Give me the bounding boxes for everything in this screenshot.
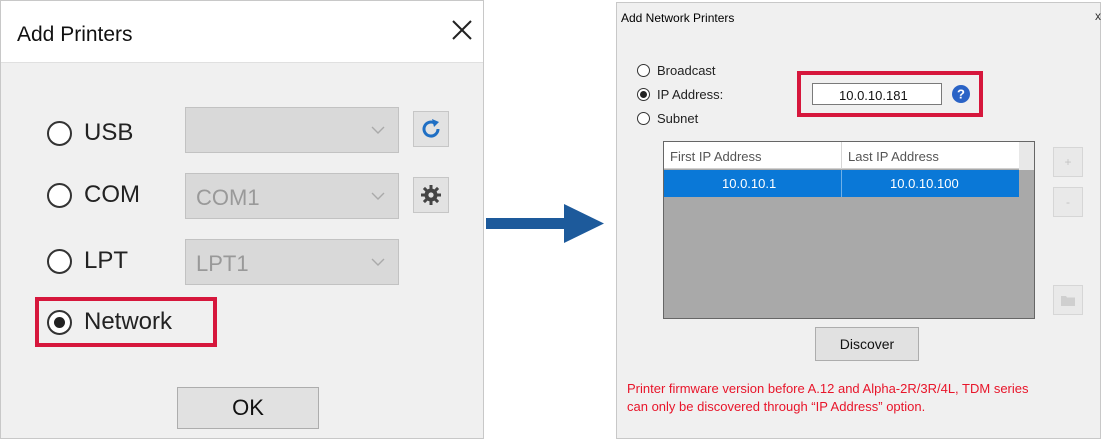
ip-highlight-box bbox=[797, 71, 983, 117]
discover-button[interactable]: Discover bbox=[815, 327, 919, 361]
warning-text-line-2: can only be discovered through “IP Addre… bbox=[627, 399, 926, 414]
broadcast-radio[interactable] bbox=[637, 63, 650, 77]
com-label: COM bbox=[84, 181, 140, 208]
dialog-title: Add Printers bbox=[17, 23, 133, 46]
usb-option[interactable]: USB bbox=[47, 113, 133, 153]
subnet-option[interactable]: Subnet bbox=[637, 109, 698, 127]
usb-port-select[interactable] bbox=[185, 107, 399, 153]
dialog-title: Add Network Printers bbox=[621, 11, 735, 25]
ip-address-radio[interactable] bbox=[637, 87, 650, 101]
com-option[interactable]: COM bbox=[47, 175, 140, 215]
com-settings-button[interactable] bbox=[413, 177, 449, 213]
remove-range-button[interactable]: - bbox=[1053, 187, 1083, 217]
ip-address-option[interactable]: IP Address: bbox=[637, 85, 723, 103]
table-row[interactable]: 10.0.10.1 10.0.10.100 bbox=[664, 170, 1019, 197]
open-folder-button[interactable] bbox=[1053, 285, 1083, 315]
column-divider bbox=[841, 142, 842, 169]
subnet-label: Subnet bbox=[657, 110, 699, 126]
close-icon[interactable]: x bbox=[1095, 9, 1101, 23]
broadcast-option[interactable]: Broadcast bbox=[637, 61, 716, 79]
column-divider bbox=[841, 170, 842, 197]
ip-address-label: IP Address: bbox=[657, 86, 724, 102]
refresh-icon bbox=[422, 119, 440, 138]
ip-range-table[interactable]: First IP Address Last IP Address 10.0.10… bbox=[663, 141, 1035, 319]
lpt-port-value: LPT1 bbox=[196, 251, 249, 276]
gear-icon bbox=[421, 185, 441, 205]
add-network-printers-dialog: Add Network Printers x Broadcast IP Addr… bbox=[616, 2, 1101, 439]
com-radio[interactable] bbox=[47, 182, 72, 208]
scrollbar[interactable] bbox=[1019, 142, 1034, 170]
lpt-radio[interactable] bbox=[47, 248, 72, 274]
arrow-right-icon bbox=[486, 204, 604, 243]
subnet-radio[interactable] bbox=[637, 111, 650, 125]
add-range-button[interactable]: + bbox=[1053, 147, 1083, 177]
usb-radio[interactable] bbox=[47, 120, 72, 146]
add-printers-dialog: Add Printers USB COM COM1 LPT LPT1 Netwo… bbox=[0, 0, 484, 439]
warning-text-line-1: Printer firmware version before A.12 and… bbox=[627, 381, 1029, 396]
title-bar: Add Printers bbox=[1, 1, 483, 63]
chevron-down-icon bbox=[371, 192, 385, 200]
first-ip-cell: 10.0.10.1 bbox=[722, 176, 777, 191]
network-highlight-box bbox=[35, 297, 217, 347]
table-header: First IP Address Last IP Address bbox=[664, 142, 1019, 169]
chevron-down-icon bbox=[371, 258, 385, 266]
chevron-down-icon bbox=[371, 126, 385, 134]
ok-button[interactable]: OK bbox=[177, 387, 319, 429]
broadcast-label: Broadcast bbox=[657, 62, 716, 78]
com-port-value: COM1 bbox=[196, 185, 260, 210]
lpt-port-select[interactable]: LPT1 bbox=[185, 239, 399, 285]
folder-icon bbox=[1061, 296, 1075, 306]
com-port-select[interactable]: COM1 bbox=[185, 173, 399, 219]
lpt-label: LPT bbox=[84, 247, 129, 274]
usb-label: USB bbox=[84, 119, 134, 146]
close-icon[interactable] bbox=[447, 15, 477, 45]
lpt-option[interactable]: LPT bbox=[47, 241, 128, 281]
last-ip-cell: 10.0.10.100 bbox=[890, 176, 959, 191]
column-header[interactable]: Last IP Address bbox=[848, 149, 939, 164]
column-header[interactable]: First IP Address bbox=[670, 149, 762, 164]
refresh-button[interactable] bbox=[413, 111, 449, 147]
